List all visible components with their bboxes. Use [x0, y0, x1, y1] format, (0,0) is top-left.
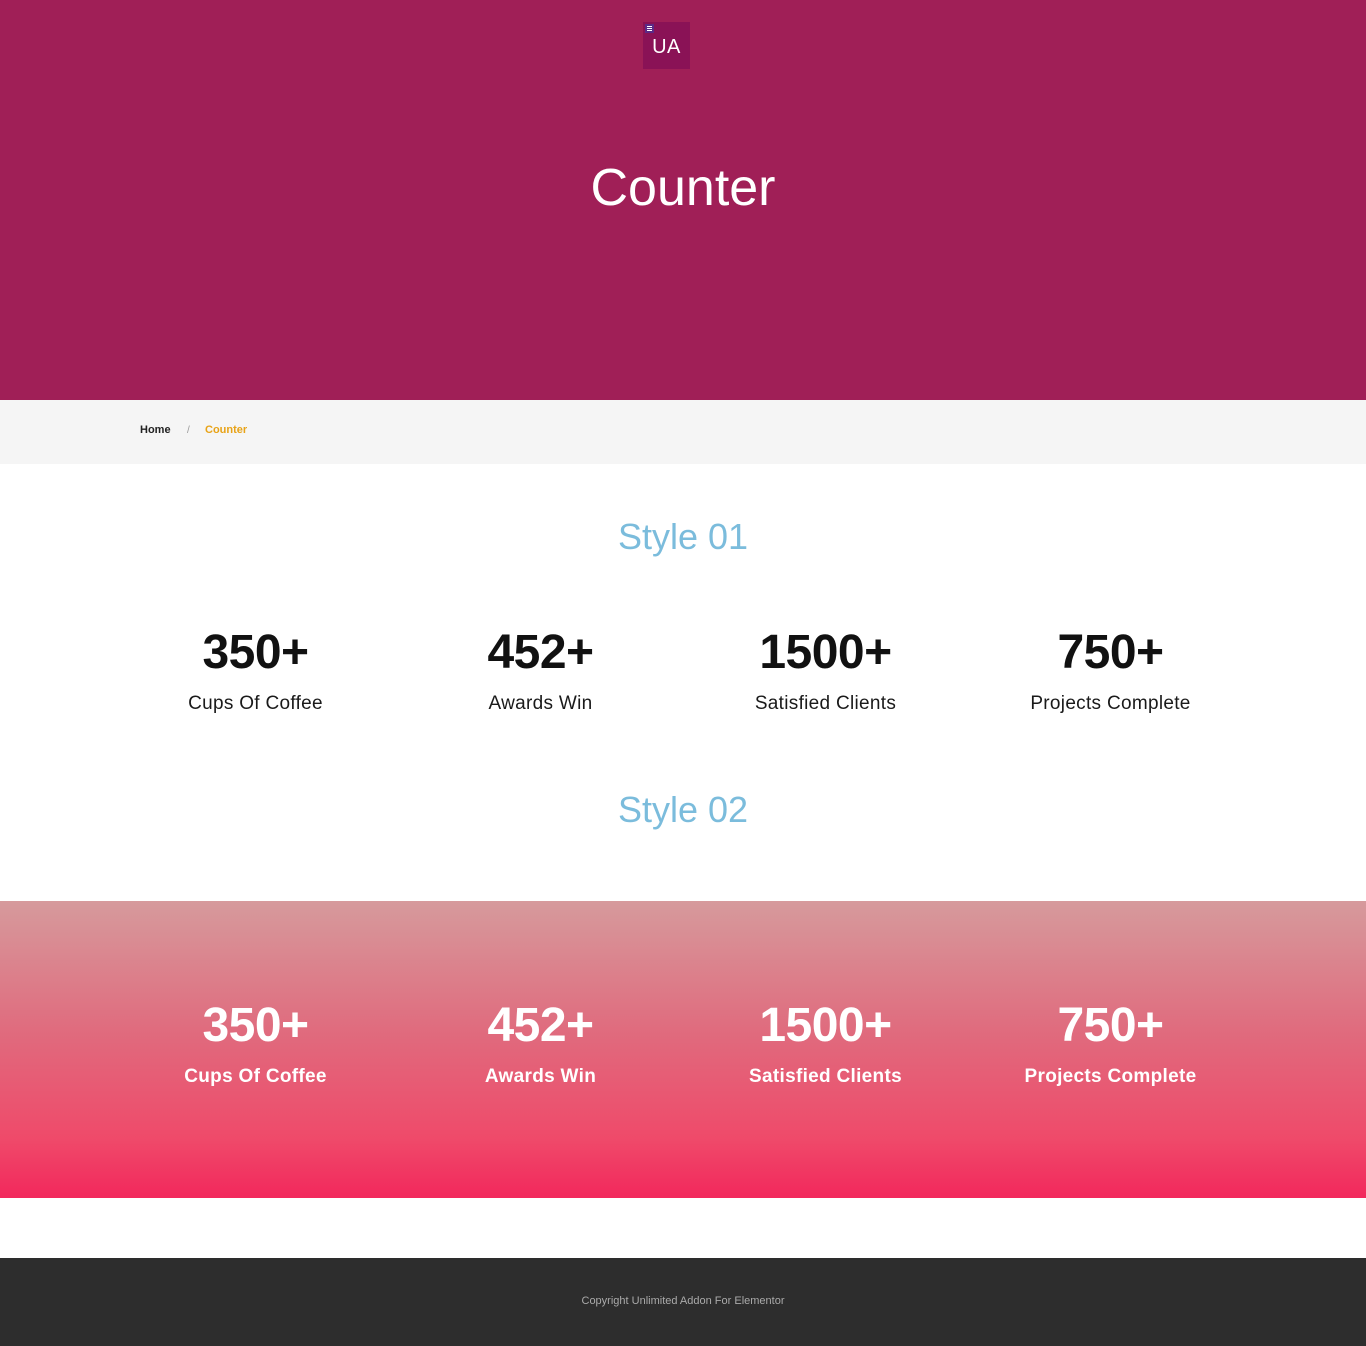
counter-label: Satisfied Clients — [749, 1066, 902, 1087]
style-02-heading: Style 02 — [617, 789, 749, 830]
hero-banner: UA Counter — [0, 0, 1366, 400]
counter-item: 452+ Awards Win — [398, 626, 683, 716]
counter-value: 350+ — [202, 626, 309, 679]
counter-value: 1500+ — [759, 626, 892, 679]
counter-label: Awards Win — [488, 693, 593, 714]
counter-value: 750+ — [1057, 626, 1164, 679]
footer-copyright: Copyright Unlimited Addon For Elementor — [581, 1295, 785, 1307]
counter-value: 452+ — [487, 999, 594, 1052]
breadcrumb-current: Counter — [205, 424, 248, 436]
site-footer: Copyright Unlimited Addon For Elementor — [0, 1258, 1366, 1346]
counter-item: 452+ Awards Win — [398, 999, 683, 1089]
breadcrumb-home-link[interactable]: Home — [140, 424, 171, 436]
counter-row-style-02: 350+ Cups Of Coffee 452+ Awards Win 1500… — [113, 999, 1253, 1099]
counter-value: 750+ — [1057, 999, 1164, 1052]
counter-value: 452+ — [487, 626, 594, 679]
counter-item: 1500+ Satisfied Clients — [683, 626, 968, 716]
style-01-heading: Style 01 — [617, 516, 749, 557]
counter-label: Satisfied Clients — [754, 693, 897, 714]
counter-label: Cups Of Coffee — [184, 1066, 327, 1087]
counter-item: 750+ Projects Complete — [968, 626, 1253, 716]
breadcrumb-separator: / — [187, 425, 190, 436]
counter-label: Awards Win — [484, 1066, 597, 1087]
counter-label: Cups Of Coffee — [188, 693, 323, 714]
counter-item: 750+ Projects Complete — [968, 999, 1253, 1089]
counter-item: 350+ Cups Of Coffee — [113, 626, 398, 716]
counter-item: 350+ Cups Of Coffee — [113, 999, 398, 1089]
logo-text: UA — [652, 36, 681, 58]
site-logo[interactable]: UA — [643, 22, 690, 69]
counter-value: 350+ — [202, 999, 309, 1052]
counter-item: 1500+ Satisfied Clients — [683, 999, 968, 1089]
counter-value: 1500+ — [759, 999, 892, 1052]
elementor-icon — [645, 24, 654, 33]
breadcrumb: Home / Counter — [0, 400, 1366, 464]
page-title: Counter — [590, 159, 776, 217]
counter-label: Projects Complete — [1030, 693, 1191, 714]
counter-row-style-01: 350+ Cups Of Coffee 452+ Awards Win 1500… — [113, 626, 1253, 726]
counter-label: Projects Complete — [1024, 1066, 1197, 1087]
